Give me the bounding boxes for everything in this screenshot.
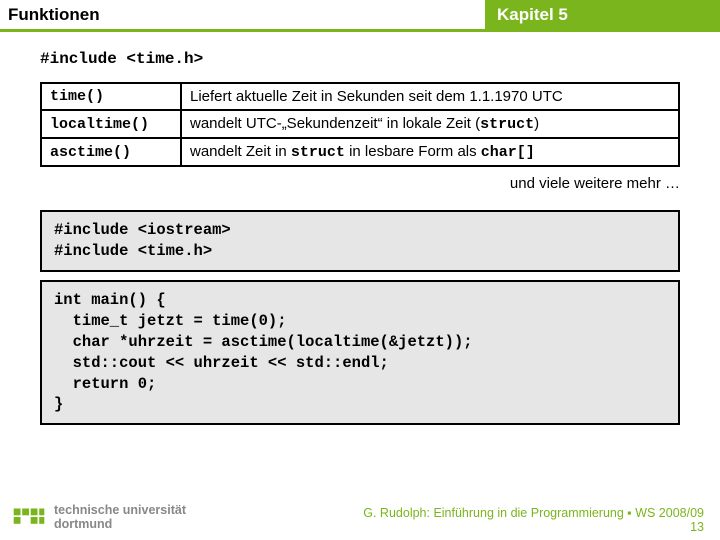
table-row: localtime() wandelt UTC-„Sekundenzeit“ i… bbox=[41, 110, 679, 138]
fn-name-cell: asctime() bbox=[41, 138, 181, 166]
header-title-left: Funktionen bbox=[0, 0, 485, 32]
credit-line: G. Rudolph: Einführung in die Programmie… bbox=[363, 506, 704, 520]
desc-mono: struct bbox=[291, 144, 345, 161]
logo-text: technische universität dortmund bbox=[54, 503, 186, 532]
desc-text: wandelt UTC-„Sekundenzeit“ in lokale Zei… bbox=[190, 115, 480, 132]
more-functions-note: und viele weitere mehr … bbox=[40, 175, 680, 192]
table-row: asctime() wandelt Zeit in struct in lesb… bbox=[41, 138, 679, 166]
header-title-right: Kapitel 5 bbox=[485, 0, 720, 32]
uni-name-line2: dortmund bbox=[54, 517, 186, 531]
fn-desc-cell: Liefert aktuelle Zeit in Sekunden seit d… bbox=[181, 83, 679, 110]
logo-area: technische universität dortmund bbox=[12, 500, 186, 534]
page-number: 13 bbox=[363, 520, 704, 534]
slide-header: Funktionen Kapitel 5 bbox=[0, 0, 720, 32]
fn-name-cell: localtime() bbox=[41, 110, 181, 138]
footer-credit: G. Rudolph: Einführung in die Programmie… bbox=[363, 506, 704, 534]
function-table: time() Liefert aktuelle Zeit in Sekunden… bbox=[40, 82, 680, 167]
fn-name-cell: time() bbox=[41, 83, 181, 110]
desc-text: in lesbare Form als bbox=[345, 143, 481, 160]
desc-mono: char[] bbox=[481, 144, 535, 161]
code-block-includes: #include <iostream> #include <time.h> bbox=[40, 210, 680, 272]
uni-name-line1: technische universität bbox=[54, 503, 186, 517]
tu-logo-icon bbox=[12, 500, 46, 534]
fn-desc-cell: wandelt UTC-„Sekundenzeit“ in lokale Zei… bbox=[181, 110, 679, 138]
desc-text: wandelt Zeit in bbox=[190, 143, 291, 160]
table-row: time() Liefert aktuelle Zeit in Sekunden… bbox=[41, 83, 679, 110]
slide-content: #include <time.h> time() Liefert aktuell… bbox=[0, 32, 720, 425]
slide-footer: technische universität dortmund G. Rudol… bbox=[0, 500, 720, 534]
desc-text: Liefert aktuelle Zeit in Sekunden seit d… bbox=[190, 88, 563, 105]
include-directive: #include <time.h> bbox=[40, 50, 680, 68]
desc-text: ) bbox=[534, 115, 539, 132]
fn-desc-cell: wandelt Zeit in struct in lesbare Form a… bbox=[181, 138, 679, 166]
code-block-main: int main() { time_t jetzt = time(0); cha… bbox=[40, 280, 680, 426]
desc-mono: struct bbox=[480, 116, 534, 133]
